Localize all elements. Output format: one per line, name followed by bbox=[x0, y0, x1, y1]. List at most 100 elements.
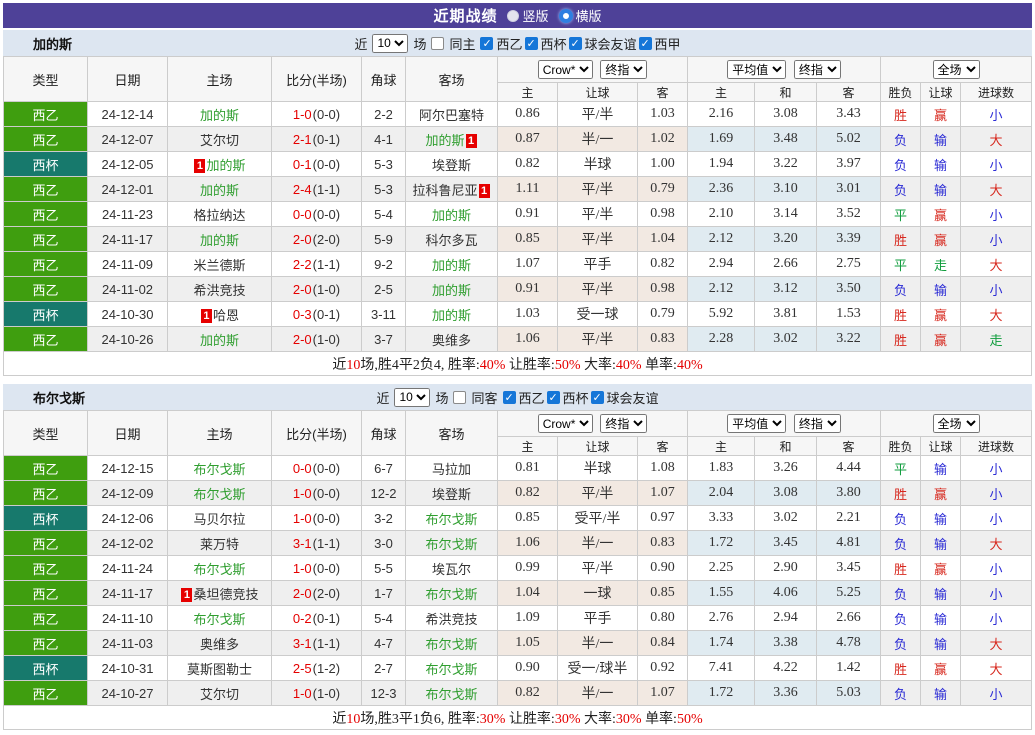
col-avg-away: 客 bbox=[816, 82, 882, 102]
league-checkbox[interactable] bbox=[638, 36, 652, 50]
vertical-radio[interactable] bbox=[507, 9, 520, 22]
odds-away-cell: 0.79 bbox=[636, 301, 689, 327]
col-result-goals: 进球数 bbox=[960, 436, 1032, 456]
league-filter[interactable]: 西杯 bbox=[545, 388, 589, 407]
result-handicap-cell: 输 bbox=[920, 605, 962, 631]
col-result-handicap: 让球 bbox=[920, 82, 962, 102]
col-home: 主场 bbox=[167, 56, 272, 102]
avg-draw-cell: 3.45 bbox=[754, 530, 818, 556]
avg-away-cell: 3.22 bbox=[816, 326, 882, 352]
match-date-cell: 24-11-10 bbox=[87, 605, 168, 631]
result-goals-cell: 小 bbox=[960, 455, 1032, 481]
match-count-select[interactable]: 10 bbox=[372, 33, 409, 53]
avg-draw-cell: 3.22 bbox=[754, 151, 818, 177]
result-handicap-cell: 赢 bbox=[920, 555, 962, 581]
league-filter[interactable]: 西甲 bbox=[637, 34, 681, 53]
red-card-badge: 1 bbox=[478, 183, 490, 198]
vertical-label: 竖版 bbox=[522, 9, 549, 24]
league-checkbox[interactable] bbox=[480, 36, 494, 50]
league-label: 球会友谊 bbox=[606, 390, 659, 406]
result-scope-select[interactable]: 全场 bbox=[932, 414, 980, 433]
avg-group-header: 平均值 终指 bbox=[687, 56, 882, 83]
corner-cell: 5-9 bbox=[361, 226, 406, 252]
team-name-text: 加的斯 bbox=[431, 257, 471, 273]
summary-text: 50% bbox=[554, 357, 581, 373]
result-scope-select[interactable]: 全场 bbox=[932, 60, 980, 79]
avg-home-cell: 1.94 bbox=[687, 151, 756, 177]
vertical-option[interactable]: 竖版 bbox=[507, 6, 549, 25]
same-venue-checkbox[interactable] bbox=[453, 390, 467, 404]
avg-home-cell: 2.04 bbox=[687, 480, 756, 506]
fulltime-score: 2-1 bbox=[292, 131, 312, 147]
horizontal-radio[interactable] bbox=[558, 8, 573, 23]
page: 近期战绩 竖版 横版 加的斯 近 10 场 同主 西乙西杯球会友谊西甲 bbox=[0, 0, 1035, 733]
league-checkbox[interactable] bbox=[502, 390, 516, 404]
match-date-cell: 24-12-07 bbox=[87, 126, 168, 152]
league-checkbox[interactable] bbox=[590, 390, 604, 404]
score-cell: 2-0(1-0) bbox=[271, 276, 362, 302]
halftime-score: (1-2) bbox=[312, 660, 341, 676]
league-checkbox[interactable] bbox=[568, 36, 582, 50]
avg-source-select[interactable]: 平均值 bbox=[727, 414, 787, 433]
match-type-badge: 西杯 bbox=[3, 655, 88, 681]
league-filter[interactable]: 球会友谊 bbox=[567, 34, 637, 53]
corner-cell: 9-2 bbox=[361, 251, 406, 277]
match-type-badge: 西乙 bbox=[3, 580, 88, 606]
home-team-cell: 1 哈恩 bbox=[167, 301, 272, 327]
avg-stage-select[interactable]: 终指 bbox=[793, 60, 841, 79]
col-type: 类型 bbox=[3, 56, 88, 102]
halftime-score: (0-1) bbox=[312, 610, 341, 626]
avg-away-cell: 5.03 bbox=[816, 680, 882, 706]
league-filter[interactable]: 球会友谊 bbox=[589, 388, 659, 407]
result-handicap-cell: 输 bbox=[920, 151, 962, 177]
odds-company-select[interactable]: Crow* bbox=[537, 414, 593, 433]
recent-label: 近 bbox=[376, 390, 390, 406]
section-divider bbox=[3, 376, 1032, 382]
odds-home-cell: 0.99 bbox=[497, 555, 558, 581]
result-outcome-cell: 负 bbox=[880, 605, 922, 631]
match-type-badge: 西乙 bbox=[3, 226, 88, 252]
avg-away-cell: 3.45 bbox=[816, 555, 882, 581]
result-outcome-cell: 负 bbox=[880, 505, 922, 531]
match-row: 西乙 24-12-15 布尔戈斯 0-0(0-0) 6-7 马拉加 0.81 半球 1.08 1.… bbox=[3, 455, 1032, 481]
away-team-cell: 马拉加 bbox=[405, 455, 498, 481]
corner-cell: 5-3 bbox=[361, 151, 406, 177]
away-team-cell: 埃登斯 bbox=[405, 151, 498, 177]
team-name-text: 埃登斯 bbox=[431, 157, 471, 173]
avg-stage-select[interactable]: 终指 bbox=[793, 414, 841, 433]
avg-home-cell: 5.92 bbox=[687, 301, 756, 327]
halftime-score: (1-1) bbox=[312, 535, 341, 551]
avg-source-select[interactable]: 平均值 bbox=[727, 60, 787, 79]
filter-bar-home-team: 加的斯 近 10 场 同主 西乙 西杯 球会友谊 西甲 bbox=[3, 30, 1032, 56]
league-checkbox[interactable] bbox=[546, 390, 560, 404]
team-name-text: 哈恩 bbox=[212, 307, 239, 323]
horizontal-option[interactable]: 横版 bbox=[558, 6, 602, 25]
fulltime-score: 2-0 bbox=[292, 231, 312, 247]
score-cell: 0-3(0-1) bbox=[271, 301, 362, 327]
result-goals-cell: 大 bbox=[960, 301, 1032, 327]
odds-company-select[interactable]: Crow* bbox=[537, 60, 593, 79]
corner-cell: 1-7 bbox=[361, 580, 406, 606]
avg-draw-cell: 2.94 bbox=[754, 605, 818, 631]
halftime-score: (1-0) bbox=[312, 685, 341, 701]
same-venue-checkbox[interactable] bbox=[431, 36, 445, 50]
match-row: 西乙 24-10-27 艾尔切 1-0(1-0) 12-3 布尔戈斯 0.82 半/一 1.07… bbox=[3, 680, 1032, 706]
summary-cell: 近10场,胜4平2负4, 胜率:40% 让胜率:50% 大率:40% 单率:40… bbox=[3, 351, 1032, 376]
league-filter[interactable]: 西乙 bbox=[478, 34, 523, 53]
avg-home-cell: 2.16 bbox=[687, 101, 756, 127]
result-goals-cell: 小 bbox=[960, 680, 1032, 706]
odds-stage-select[interactable]: 终指 bbox=[600, 414, 648, 433]
league-filter[interactable]: 西乙 bbox=[501, 388, 545, 407]
league-filter[interactable]: 西杯 bbox=[523, 34, 567, 53]
team-name-text: 布尔戈斯 bbox=[425, 686, 478, 702]
team-name-text: 布尔戈斯 bbox=[425, 636, 478, 652]
match-count-select[interactable]: 10 bbox=[394, 387, 431, 407]
league-checkbox[interactable] bbox=[524, 36, 538, 50]
match-date-cell: 24-10-30 bbox=[87, 301, 168, 327]
col-odds-home: 主 bbox=[497, 82, 558, 102]
corner-cell: 5-4 bbox=[361, 201, 406, 227]
team-name-text: 希洪竞技 bbox=[425, 611, 478, 627]
odds-stage-select[interactable]: 终指 bbox=[600, 60, 648, 79]
fulltime-score: 2-0 bbox=[292, 281, 312, 297]
team-name-text: 莫斯图勒士 bbox=[186, 661, 252, 677]
